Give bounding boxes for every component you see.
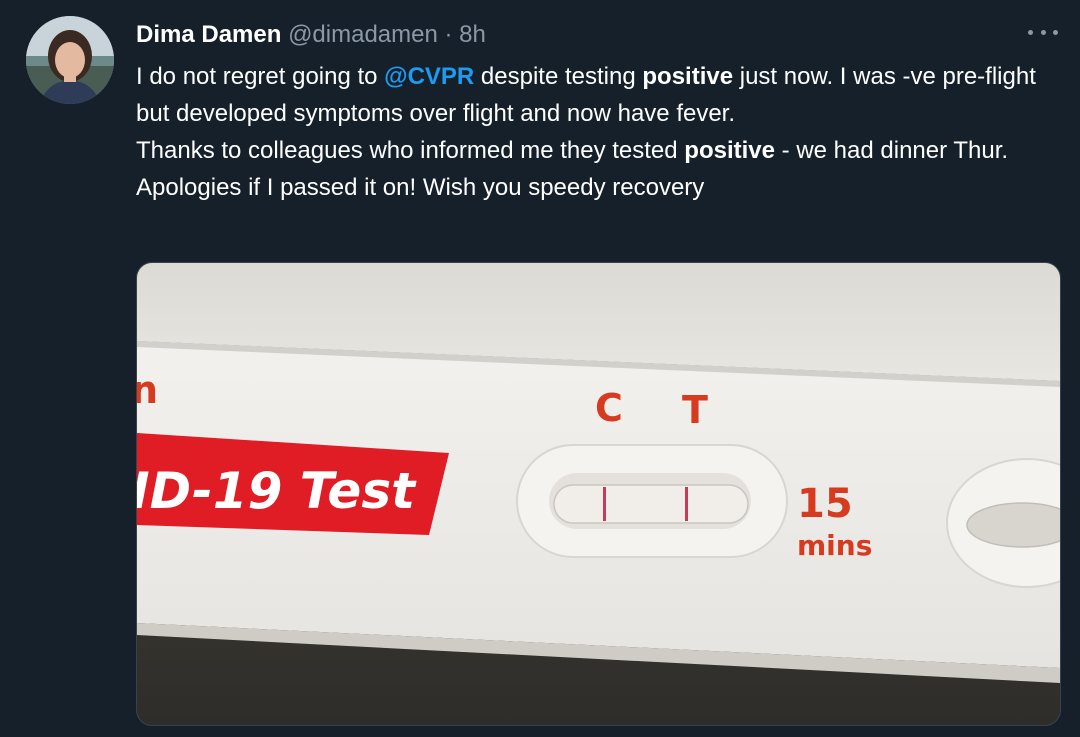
test-line-label: T xyxy=(682,388,708,432)
control-line-label: C xyxy=(595,386,623,430)
test-strip-label: ID-19 Test xyxy=(137,462,417,520)
tweet-paragraph-3: Apologies if I passed it on! Wish you sp… xyxy=(136,174,705,201)
more-dots-icon[interactable] xyxy=(1028,20,1058,44)
timer-unit: mins xyxy=(797,529,872,562)
mention-link[interactable]: @CVPR xyxy=(384,63,474,90)
tweet-paragraph-2: Thanks to colleagues who informed me the… xyxy=(136,137,1009,164)
partial-letter: n xyxy=(137,368,158,412)
tweet-media-photo[interactable]: ID-19 Test n C T 15 mins xyxy=(136,262,1061,726)
author-name[interactable]: Dima Damen xyxy=(136,21,281,48)
tweet-time[interactable]: 8h xyxy=(459,21,486,48)
covid-test-photo: ID-19 Test n C T 15 mins xyxy=(137,263,1060,725)
author-handle[interactable]: @dimadamen xyxy=(288,21,438,48)
avatar[interactable] xyxy=(26,16,114,104)
tweet-paragraph-1: I do not regret going to @CVPR despite t… xyxy=(136,63,1036,127)
tweet-text: I do not regret going to @CVPR despite t… xyxy=(136,58,1066,206)
meta-separator: · xyxy=(444,21,453,48)
tweet-header: Dima Damen @dimadamen · 8h xyxy=(136,19,486,51)
timer-value: 15 xyxy=(797,481,853,527)
avatar-image xyxy=(26,16,114,104)
